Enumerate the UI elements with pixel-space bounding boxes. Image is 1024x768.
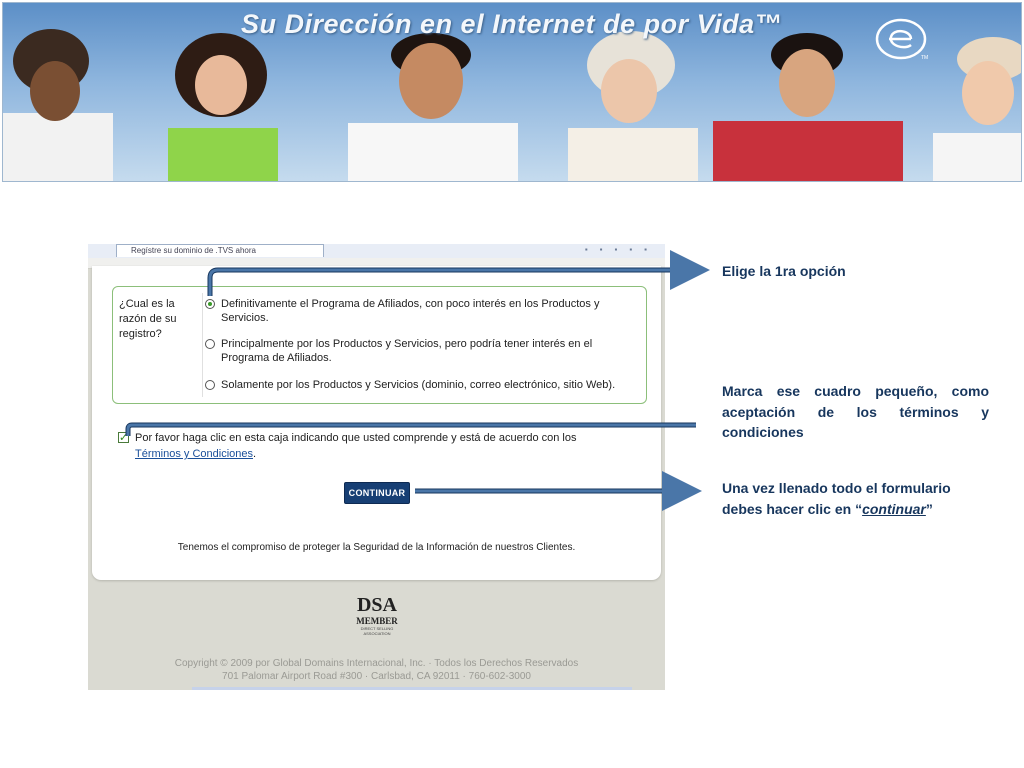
option-label: Principalmente por los Productos y Servi… [221,338,593,364]
security-note: Tenemos el compromiso de proteger la Seg… [177,542,576,553]
option-products-only[interactable]: Solamente por los Productos y Servicios … [205,378,627,392]
header-banner: Su Dirección en el Internet de por Vida™… [2,2,1022,182]
e-circle-logo-icon: TM [875,18,928,61]
registration-screenshot: Regístre su dominio de .TVS ahora ▪▪▪▪▪ … [88,244,665,690]
continue-button[interactable]: CONTINUAR [344,482,410,504]
svg-text:TM: TM [921,55,928,61]
toolbar-icons: ▪▪▪▪▪ [584,245,659,254]
terms-checkbox[interactable] [118,430,129,446]
browser-tab-bar: Regístre su dominio de .TVS ahora ▪▪▪▪▪ [88,244,665,259]
terms-row: Por favor haga clic en esta caja indican… [118,430,618,462]
radio-icon[interactable] [205,380,215,390]
dsa-member-logo: DSA MEMBER DIRECT SELLING ASSOCIATION [352,594,402,648]
banner-title: Su Dirección en el Internet de por Vida™ [241,9,783,39]
dsa-member-label: MEMBER [356,616,398,626]
terms-text: Por favor haga clic en esta caja indican… [135,432,577,460]
annotation-click-continue: Una vez llenado todo el formulario debes… [722,480,951,517]
reason-question-box: ¿Cual es la razón de su registro? Defini… [112,286,647,404]
address-line: 701 Palomar Airport Road #300 · Carlsbad… [222,671,531,682]
option-label: Solamente por los Productos y Servicios … [221,379,616,391]
annotation-choose-first: Elige la 1ra opción [722,263,846,279]
annotation-continue-word: continuar [862,500,926,517]
option-affiliates[interactable]: Definitivamente el Programa de Afiliados… [205,297,627,325]
radio-selected-icon[interactable] [205,299,215,309]
browser-tab[interactable]: Regístre su dominio de .TVS ahora [116,244,324,257]
terms-link[interactable]: Términos y Condiciones [135,448,253,460]
radio-icon[interactable] [205,339,215,349]
registration-card: ¿Cual es la razón de su registro? Defini… [92,266,661,580]
question-label: ¿Cual es la razón de su registro? [119,298,177,340]
copyright-line: Copyright © 2009 por Global Domains Inte… [174,658,579,669]
dsa-logo-icon: DSA [356,594,397,616]
bottom-bar [192,687,632,690]
annotation-check-terms: Marca ese cuadro pequeño, como aceptació… [722,383,989,440]
divider [202,293,203,397]
option-products-maybe-affiliates[interactable]: Principalmente por los Productos y Servi… [205,337,627,365]
option-label: Definitivamente el Programa de Afiliados… [221,298,600,324]
dsa-association-label: DIRECT SELLING ASSOCIATION [360,626,394,636]
